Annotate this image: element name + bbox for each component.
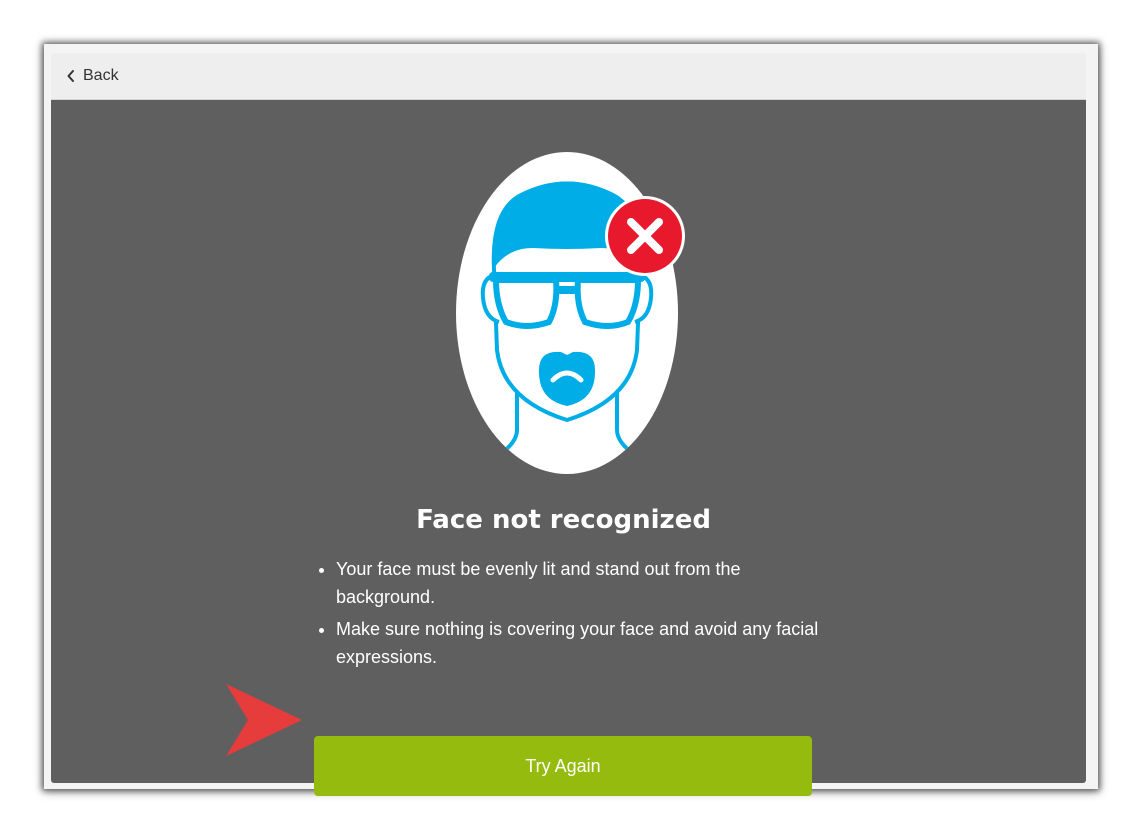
page-title: Face not recognized	[416, 505, 711, 535]
header-bar: Back	[51, 53, 1086, 100]
error-badge	[605, 196, 685, 276]
list-item: Your face must be evenly lit and stand o…	[336, 555, 836, 611]
chevron-left-icon	[67, 70, 74, 82]
list-item: Make sure nothing is covering your face …	[336, 615, 836, 671]
arrow-right-icon	[226, 684, 302, 756]
try-again-button[interactable]: Try Again	[314, 736, 812, 796]
face-illustration	[456, 152, 685, 474]
back-button[interactable]: Back	[66, 65, 119, 87]
back-label: Back	[83, 67, 119, 84]
main-content: Face not recognized Your face must be ev…	[51, 100, 1086, 796]
tips-list: Your face must be evenly lit and stand o…	[314, 555, 836, 675]
app-window: Back Face not recognized • Your face mus…	[44, 44, 1098, 796]
